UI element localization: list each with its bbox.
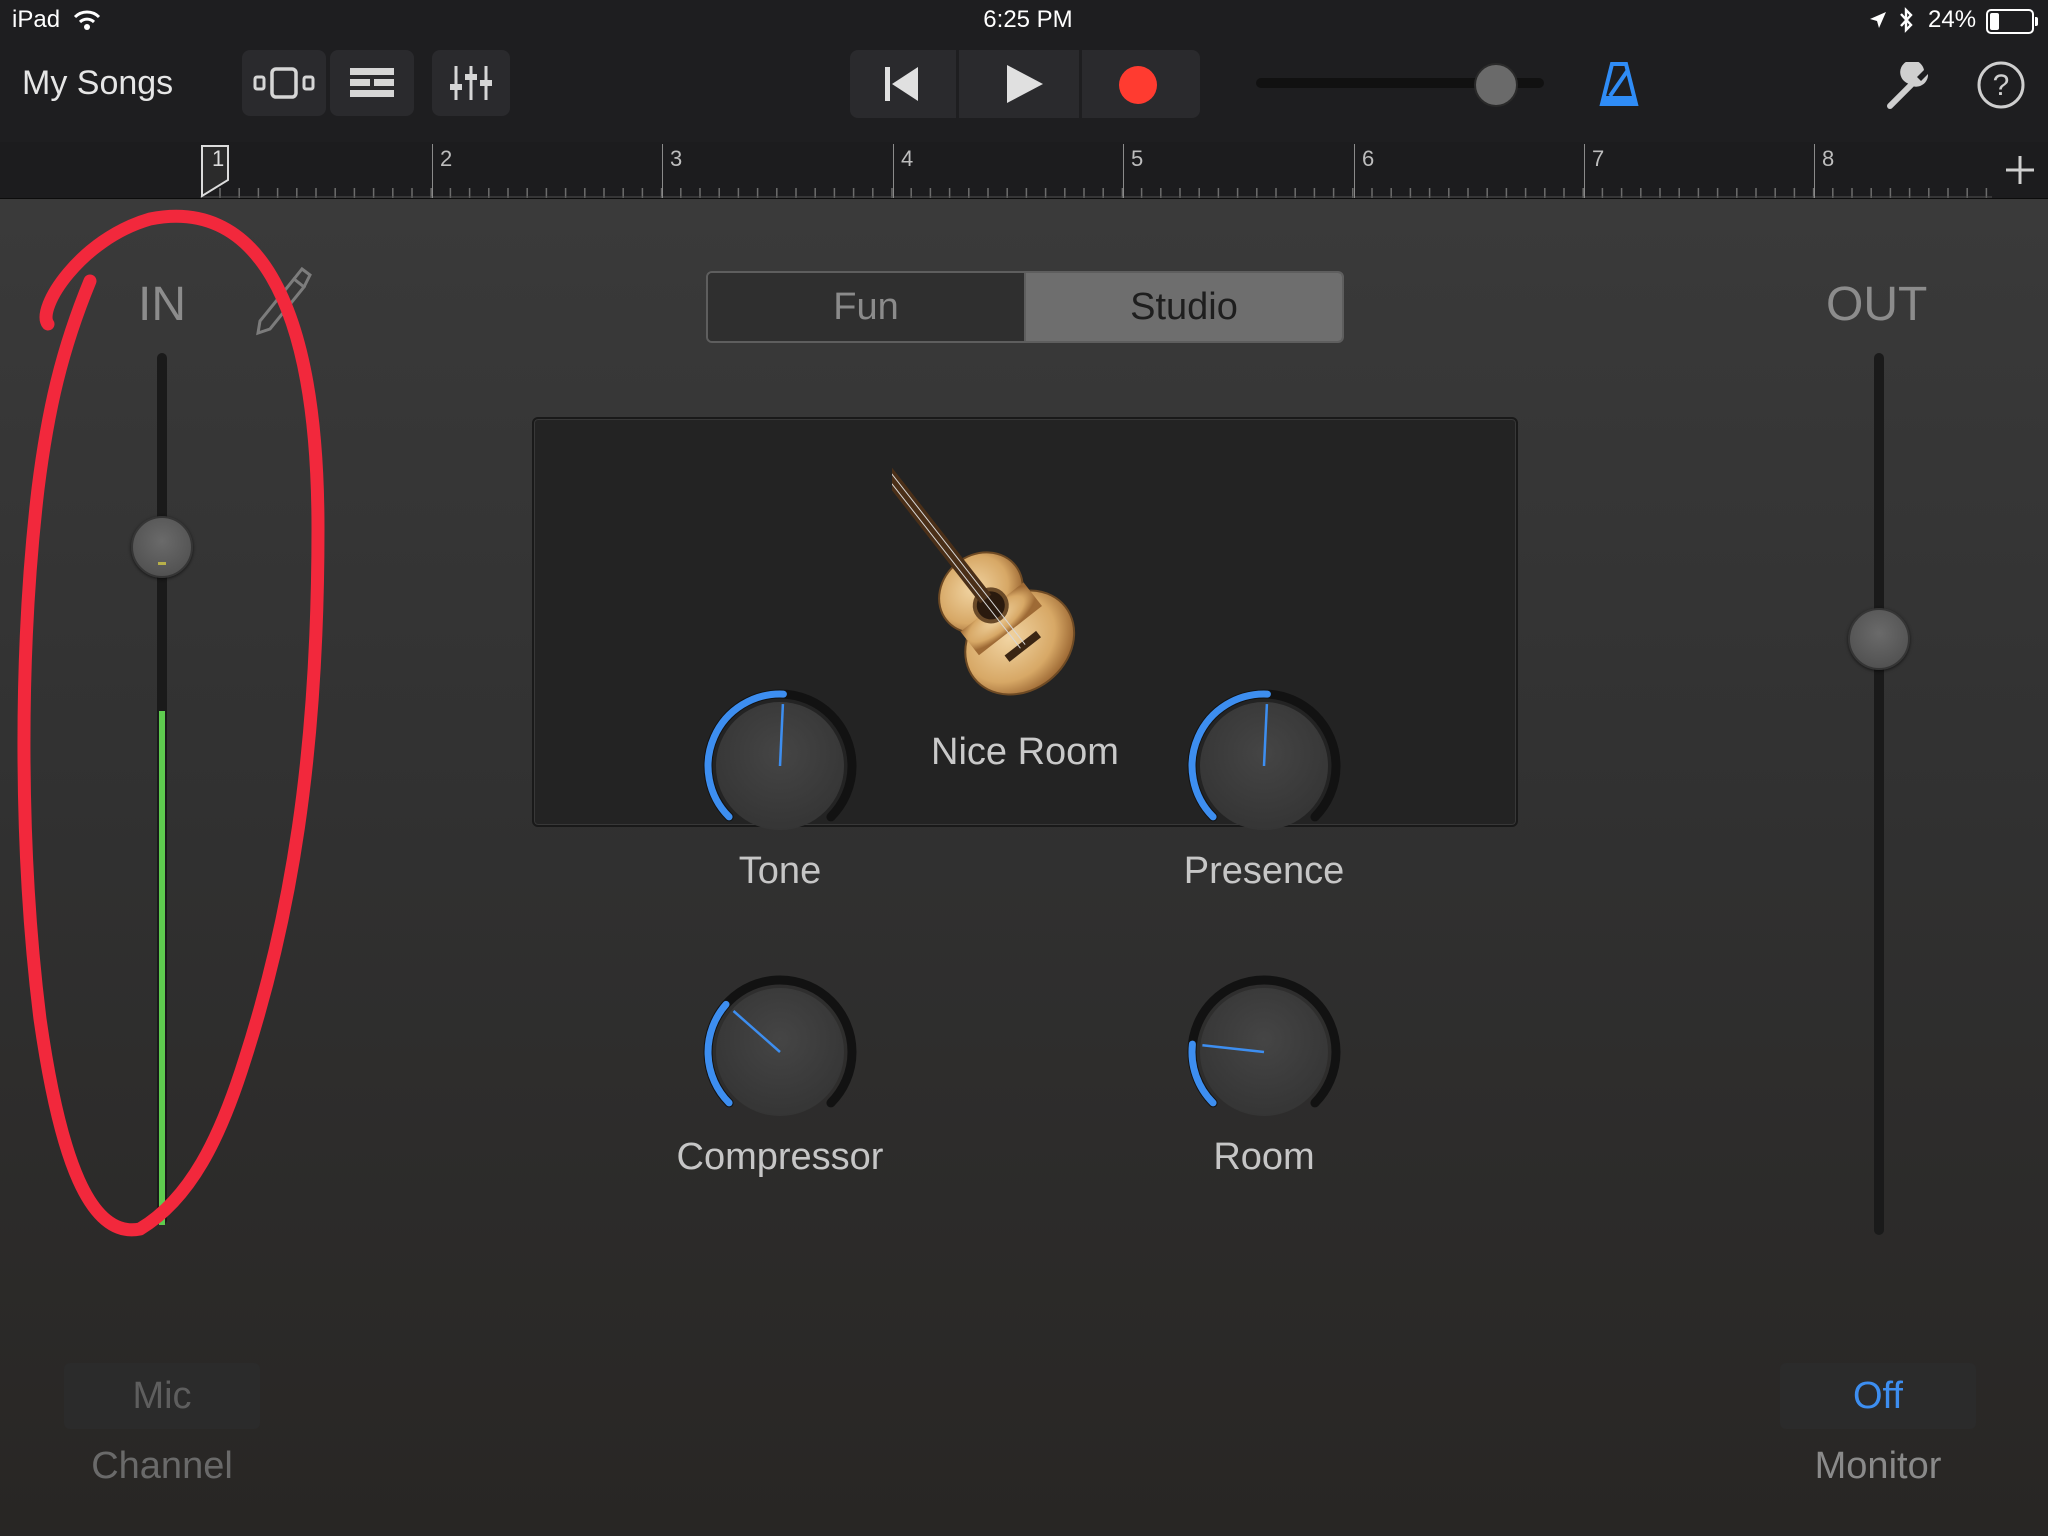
playhead-bar-number: 1 xyxy=(212,146,225,171)
battery-icon xyxy=(1986,9,2038,34)
tracks-view-button[interactable] xyxy=(330,50,414,116)
output-label: OUT xyxy=(1826,278,1928,331)
acoustic-guitar-icon xyxy=(892,457,1076,696)
bar-number: 6 xyxy=(1362,146,1375,171)
record-icon xyxy=(1119,66,1157,104)
monitor-button[interactable]: Off xyxy=(1780,1363,1976,1429)
battery-percent: 24% xyxy=(1928,6,1977,33)
bar-number: 5 xyxy=(1131,146,1144,171)
browser-view-icon xyxy=(253,67,315,99)
svg-text:?: ? xyxy=(1993,69,2010,102)
preset-selector[interactable]: Nice Room xyxy=(532,417,1518,827)
mixer-controls-icon xyxy=(450,66,492,100)
rewind-icon xyxy=(885,67,918,101)
play-icon xyxy=(1007,65,1043,103)
metronome-icon[interactable] xyxy=(1598,60,1640,108)
knob-compressor[interactable] xyxy=(700,972,860,1132)
tracks-view-icon xyxy=(350,68,394,97)
ruler-ticks xyxy=(200,188,1992,198)
timeline-ruler[interactable]: 2 3 4 5 6 7 8 1 xyxy=(0,142,2048,199)
knob-label-room: Room xyxy=(1213,1136,1315,1178)
bar-line xyxy=(1123,144,1124,198)
bar-line xyxy=(1814,144,1815,198)
location-icon xyxy=(1870,12,1886,28)
bar-number: 8 xyxy=(1822,146,1835,171)
battery-fill xyxy=(1990,13,1999,30)
go-to-beginning-button[interactable] xyxy=(850,50,959,118)
bar-line xyxy=(662,144,663,198)
help-icon[interactable]: ? xyxy=(1976,60,2026,110)
red-annotation-circle xyxy=(17,209,325,1237)
knob-label-compressor: Compressor xyxy=(676,1136,884,1178)
bar-number: 4 xyxy=(901,146,914,171)
knob-presence[interactable] xyxy=(1184,686,1344,846)
bar-line xyxy=(432,144,433,198)
knob-room[interactable] xyxy=(1184,972,1344,1132)
wifi-icon xyxy=(73,10,101,30)
my-songs-button[interactable]: My Songs xyxy=(22,64,173,103)
clock: 6:25 PM xyxy=(983,6,1073,33)
controls-button[interactable] xyxy=(432,50,510,116)
audio-recorder-panel: IN Fun Studio Nice Room Tone Presence Co… xyxy=(0,199,2048,1536)
wrench-icon[interactable] xyxy=(1884,62,1934,112)
bar-line xyxy=(1354,144,1355,198)
mode-fun-tab[interactable]: Fun xyxy=(708,273,1026,341)
knob-label-tone: Tone xyxy=(738,850,822,892)
play-button[interactable] xyxy=(959,50,1082,118)
bar-line xyxy=(1584,144,1585,198)
bar-number: 7 xyxy=(1592,146,1605,171)
knob-tone[interactable] xyxy=(700,686,860,846)
bar-number: 2 xyxy=(440,146,453,171)
knob-label-presence: Presence xyxy=(1183,850,1345,892)
output-level-slider[interactable] xyxy=(1848,349,1910,1239)
add-section-icon[interactable] xyxy=(2004,154,2036,186)
bar-line xyxy=(893,144,894,198)
bar-number: 3 xyxy=(670,146,683,171)
channel-button[interactable]: Mic xyxy=(64,1363,260,1429)
control-bar: My Songs ? xyxy=(0,40,2048,142)
device-name: iPad xyxy=(12,6,61,33)
monitor-label: Monitor xyxy=(1814,1445,1942,1487)
master-volume-slider[interactable] xyxy=(1256,63,1544,107)
transport-controls xyxy=(850,50,1200,118)
preset-name: Nice Room xyxy=(931,731,1119,773)
mode-segmented-control[interactable]: Fun Studio xyxy=(706,271,1344,343)
bluetooth-icon xyxy=(1900,7,1913,33)
master-volume-thumb[interactable] xyxy=(1474,63,1518,107)
browser-button[interactable] xyxy=(242,50,326,116)
channel-label: Channel xyxy=(91,1445,233,1487)
output-level-track xyxy=(1874,353,1884,1235)
record-button[interactable] xyxy=(1082,50,1200,118)
status-bar: iPad 6:25 PM 24% xyxy=(0,0,2048,40)
mode-studio-tab[interactable]: Studio xyxy=(1026,273,1342,341)
output-level-thumb[interactable] xyxy=(1848,608,1910,670)
